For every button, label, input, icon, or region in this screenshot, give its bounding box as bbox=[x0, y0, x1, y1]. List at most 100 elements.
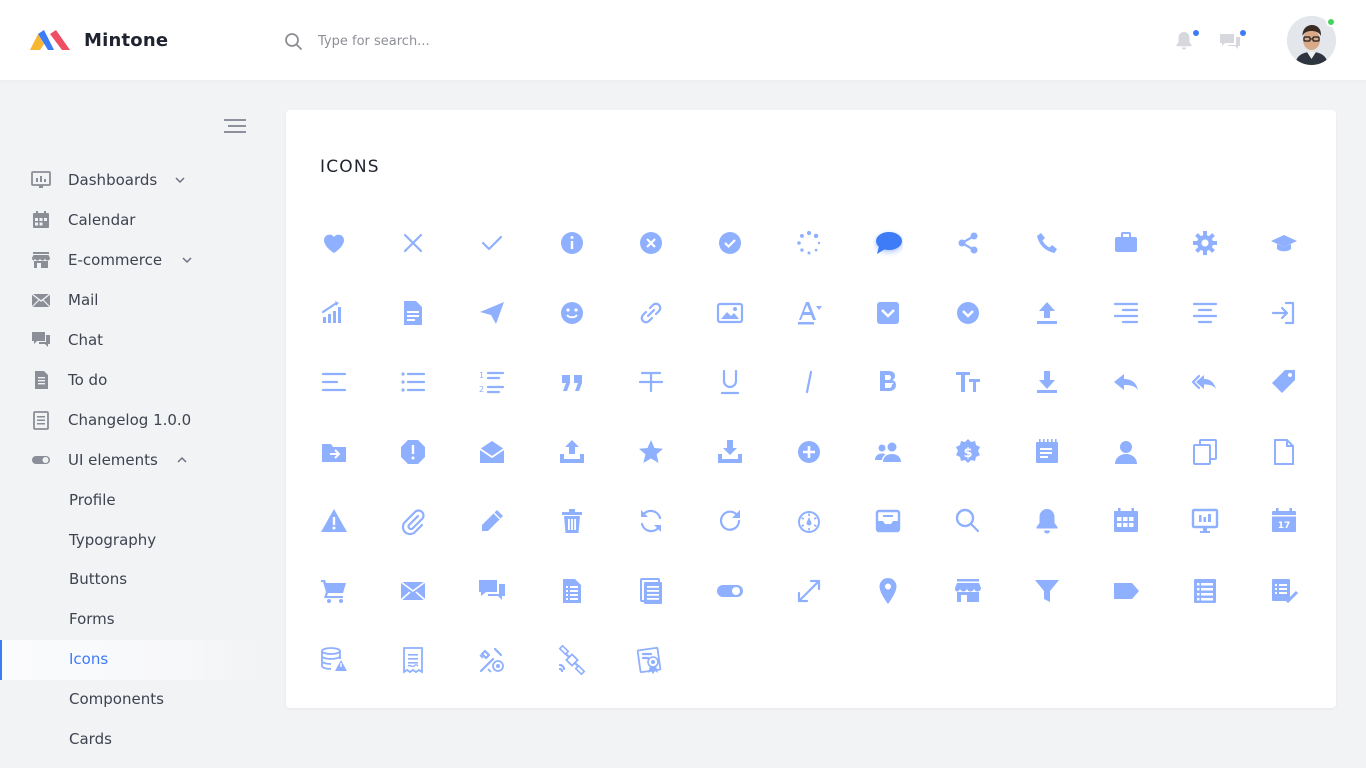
notepad-icon[interactable] bbox=[1032, 437, 1062, 467]
tools-icon[interactable] bbox=[477, 645, 507, 675]
comment-icon[interactable] bbox=[873, 228, 903, 258]
align-center-icon[interactable] bbox=[1190, 298, 1220, 328]
gear-icon[interactable] bbox=[1190, 228, 1220, 258]
sidebar-item-changelog[interactable]: Changelog 1.0.0 bbox=[0, 400, 260, 440]
underline-icon[interactable] bbox=[715, 367, 745, 397]
send-icon[interactable] bbox=[477, 298, 507, 328]
sidebar-subitem-profile[interactable]: Profile bbox=[0, 480, 260, 520]
calendar-day-icon[interactable]: 17 bbox=[1269, 506, 1299, 536]
tag-icon[interactable] bbox=[1269, 367, 1299, 397]
certificate-icon[interactable] bbox=[636, 645, 666, 675]
database-warning-icon[interactable] bbox=[319, 645, 349, 675]
cart-icon[interactable] bbox=[319, 576, 349, 606]
envelope-icon[interactable] bbox=[398, 576, 428, 606]
ordered-list-icon[interactable]: 12 bbox=[477, 367, 507, 397]
paperclip-icon[interactable] bbox=[398, 506, 428, 536]
chevron-box-icon[interactable] bbox=[873, 298, 903, 328]
close-icon[interactable] bbox=[398, 228, 428, 258]
search-icon[interactable] bbox=[953, 506, 983, 536]
image-icon[interactable] bbox=[715, 298, 745, 328]
label-icon[interactable] bbox=[1111, 576, 1141, 606]
document-icon[interactable] bbox=[398, 298, 428, 328]
user-icon[interactable] bbox=[1111, 437, 1141, 467]
expand-icon[interactable] bbox=[794, 576, 824, 606]
smile-icon[interactable] bbox=[557, 298, 587, 328]
phone-icon[interactable] bbox=[1032, 228, 1062, 258]
warning-icon[interactable] bbox=[319, 506, 349, 536]
messages-icon[interactable] bbox=[1218, 29, 1242, 53]
share-icon[interactable] bbox=[953, 228, 983, 258]
check-icon[interactable] bbox=[477, 228, 507, 258]
trash-icon[interactable] bbox=[557, 506, 587, 536]
timer-icon[interactable] bbox=[794, 506, 824, 536]
reply-all-icon[interactable] bbox=[1190, 367, 1220, 397]
close-circle-icon[interactable] bbox=[636, 228, 666, 258]
sidebar-subitem-icons[interactable]: Icons bbox=[0, 640, 260, 680]
signal-icon[interactable] bbox=[319, 298, 349, 328]
invoice-icon[interactable] bbox=[398, 645, 428, 675]
sidebar-subitem-forms[interactable]: Forms bbox=[0, 600, 260, 640]
document-list-icon[interactable] bbox=[557, 576, 587, 606]
store-icon[interactable] bbox=[953, 576, 983, 606]
sign-in-icon[interactable] bbox=[1269, 298, 1299, 328]
alert-octagon-icon[interactable] bbox=[398, 437, 428, 467]
graduation-cap-icon[interactable] bbox=[1269, 228, 1299, 258]
strikethrough-icon[interactable] bbox=[636, 367, 666, 397]
sidebar-subitem-typography[interactable]: Typography bbox=[0, 520, 260, 560]
folder-move-icon[interactable] bbox=[319, 437, 349, 467]
italic-icon[interactable] bbox=[794, 367, 824, 397]
toggle-icon[interactable] bbox=[715, 576, 745, 606]
users-icon[interactable] bbox=[873, 437, 903, 467]
chat-icon[interactable] bbox=[477, 576, 507, 606]
plus-circle-icon[interactable] bbox=[794, 437, 824, 467]
sidebar-item-calendar[interactable]: Calendar bbox=[0, 200, 260, 240]
align-right-icon[interactable] bbox=[1111, 298, 1141, 328]
loading-icon[interactable] bbox=[794, 228, 824, 258]
sidebar-item-todo[interactable]: To do bbox=[0, 360, 260, 400]
file-icon[interactable] bbox=[1269, 437, 1299, 467]
tray-download-icon[interactable] bbox=[715, 437, 745, 467]
search-input[interactable] bbox=[310, 28, 610, 54]
sidebar-subitem-cards[interactable]: Cards bbox=[0, 720, 260, 760]
tray-upload-icon[interactable] bbox=[557, 437, 587, 467]
heart-icon[interactable] bbox=[319, 228, 349, 258]
sidebar-item-chat[interactable]: Chat bbox=[0, 320, 260, 360]
quote-icon[interactable] bbox=[557, 367, 587, 397]
dollar-badge-icon[interactable]: $ bbox=[953, 437, 983, 467]
sidebar-item-dashboards[interactable]: Dashboards bbox=[0, 160, 260, 200]
calendar-grid-icon[interactable] bbox=[1111, 506, 1141, 536]
text-size-icon[interactable] bbox=[953, 367, 983, 397]
list-box-icon[interactable] bbox=[1190, 576, 1220, 606]
sidebar-item-ui-elements[interactable]: UI elements bbox=[0, 440, 260, 480]
redo-icon[interactable] bbox=[715, 506, 745, 536]
align-left-icon[interactable] bbox=[319, 367, 349, 397]
presentation-icon[interactable] bbox=[1190, 506, 1220, 536]
brand-name[interactable]: Mintone bbox=[84, 30, 168, 51]
refresh-icon[interactable] bbox=[636, 506, 666, 536]
inbox-icon[interactable] bbox=[873, 506, 903, 536]
sidebar-subitem-components[interactable]: Components bbox=[0, 680, 260, 720]
book-icon[interactable] bbox=[636, 576, 666, 606]
location-pin-icon[interactable] bbox=[873, 576, 903, 606]
info-icon[interactable] bbox=[557, 228, 587, 258]
star-icon[interactable] bbox=[636, 437, 666, 467]
font-color-icon[interactable] bbox=[794, 298, 824, 328]
list-icon[interactable] bbox=[398, 367, 428, 397]
sidebar-item-mail[interactable]: Mail bbox=[0, 280, 260, 320]
mail-open-icon[interactable] bbox=[477, 437, 507, 467]
check-circle-icon[interactable] bbox=[715, 228, 745, 258]
bold-icon[interactable] bbox=[873, 367, 903, 397]
pencil-icon[interactable] bbox=[477, 506, 507, 536]
chevron-circle-icon[interactable] bbox=[953, 298, 983, 328]
download-icon[interactable] bbox=[1032, 367, 1062, 397]
mintone-logo-icon[interactable] bbox=[30, 28, 72, 52]
satellite-icon[interactable] bbox=[557, 645, 587, 675]
checklist-icon[interactable] bbox=[1269, 576, 1299, 606]
briefcase-icon[interactable] bbox=[1111, 228, 1141, 258]
sidebar-item-ecommerce[interactable]: E-commerce bbox=[0, 240, 260, 280]
reply-icon[interactable] bbox=[1111, 367, 1141, 397]
upload-icon[interactable] bbox=[1032, 298, 1062, 328]
menu-toggle-icon[interactable] bbox=[222, 117, 248, 135]
sidebar-subitem-buttons[interactable]: Buttons bbox=[0, 560, 260, 600]
bell-icon[interactable] bbox=[1032, 506, 1062, 536]
